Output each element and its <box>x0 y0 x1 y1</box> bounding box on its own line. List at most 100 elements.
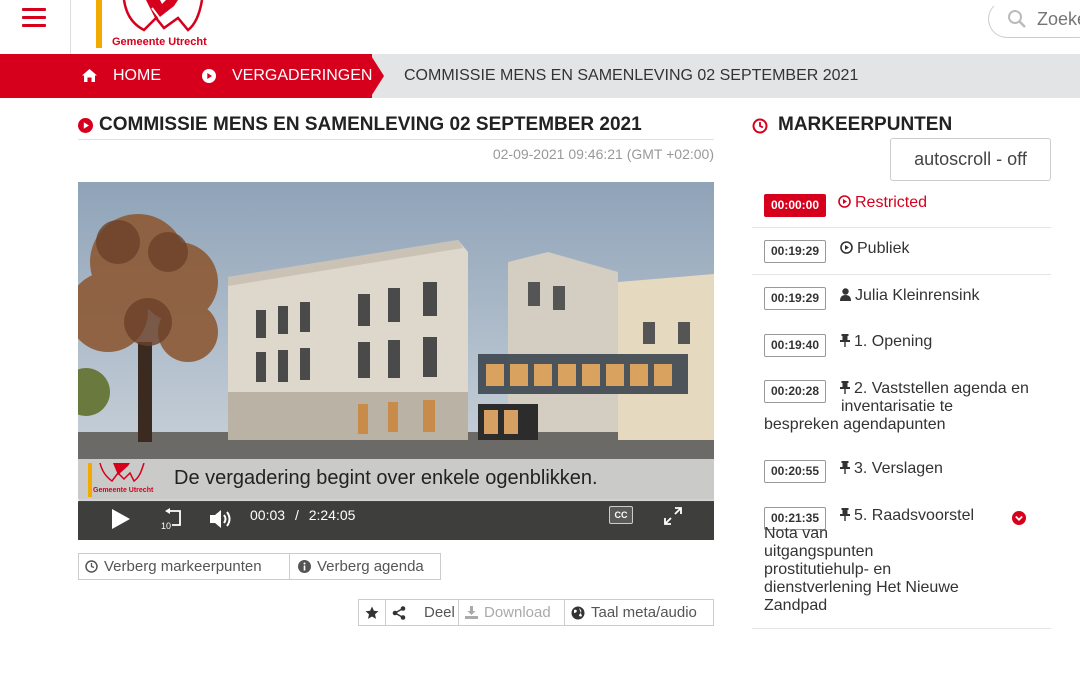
hide-agenda-button[interactable]: Verberg agenda <box>289 553 441 580</box>
utrecht-crest-logo[interactable] <box>116 0 206 36</box>
breadcrumb: HOME VERGADERINGEN COMMISSIE MENS EN SAM… <box>0 54 1080 98</box>
marker-item[interactable]: 00:21:35 5. Raadsvoorstel Nota van uitga… <box>752 500 1051 629</box>
play-circle-icon <box>840 241 853 254</box>
marker-label-line: Zandpad <box>764 597 828 614</box>
marker-item[interactable]: 00:19:40 1. Opening <box>752 322 1051 369</box>
marker-label-line: 5. Raadsvoorstel <box>854 507 975 524</box>
top-header: Gemeente Utrecht <box>0 0 1080 54</box>
breadcrumb-home-label: HOME <box>113 67 161 84</box>
marker-time: 00:20:55 <box>764 460 826 483</box>
marker-label: 5. Raadsvoorstel <box>840 507 974 525</box>
info-icon <box>298 560 311 573</box>
chevron-down-icon[interactable] <box>1012 511 1026 525</box>
marker-time: 00:19:29 <box>764 240 826 263</box>
language-button[interactable]: Taal meta/audio <box>564 599 714 626</box>
breadcrumb-home[interactable]: HOME <box>82 54 161 98</box>
cc-label: CC <box>614 510 628 520</box>
video-player[interactable]: Gemeente Utrecht De vergadering begint o… <box>78 182 714 540</box>
time-separator: / <box>294 507 299 523</box>
marker-item[interactable]: 00:19:29 Julia Kleinrensink <box>752 275 1051 322</box>
utrecht-crest-small <box>99 463 145 483</box>
rewind-10-icon: 10 <box>161 508 181 530</box>
marker-time: 00:00:00 <box>764 194 826 217</box>
subtitle-logo: Gemeente Utrecht <box>88 463 153 497</box>
marker-label-line: bespreken agendapunten <box>764 416 946 433</box>
header-divider <box>70 0 71 54</box>
marker-label-line: dienstverlening Het Nieuwe <box>764 579 959 596</box>
play-circle-icon <box>202 68 216 83</box>
marker-label-text: 1. Opening <box>854 333 933 350</box>
marker-label-line: Nota van <box>764 525 829 542</box>
marker-label-line: prostitutiehulp- en <box>764 561 892 578</box>
marker-label: Julia Kleinrensink <box>840 287 980 305</box>
clock-icon <box>752 118 768 134</box>
marker-label-line: uitgangspunten <box>764 543 874 560</box>
play-button[interactable] <box>108 505 132 533</box>
globe-icon <box>571 606 585 619</box>
home-icon <box>82 69 97 83</box>
hide-agenda-label: Verberg agenda <box>317 558 424 575</box>
page-title-row: COMMISSIE MENS EN SAMENLEVING 02 SEPTEMB… <box>78 114 714 140</box>
breadcrumb-current: COMMISSIE MENS EN SAMENLEVING 02 SEPTEMB… <box>404 67 859 84</box>
pin-icon <box>840 381 850 394</box>
cc-icon: CC <box>609 506 633 524</box>
share-icon <box>392 605 406 620</box>
marker-label: 3. Verslagen <box>840 460 943 478</box>
search-input[interactable] <box>1037 1 1080 37</box>
video-time-display: 00:03 / 2:24:05 <box>250 501 355 529</box>
marker-label-line: 2. Vaststellen agenda en <box>854 380 1029 397</box>
duration: 2:24:05 <box>308 507 356 523</box>
play-circle-icon <box>78 118 93 133</box>
fullscreen-button[interactable] <box>662 505 684 527</box>
marker-time: 00:19:40 <box>764 334 826 357</box>
markers-title: MARKEERPUNTEN <box>778 114 953 135</box>
volume-icon <box>210 510 231 528</box>
video-controls: 10 00:03 / 2:24:05 CC <box>78 501 714 540</box>
page-title: COMMISSIE MENS EN SAMENLEVING 02 SEPTEMB… <box>99 114 642 135</box>
star-icon <box>365 606 379 619</box>
hamburger-menu-icon[interactable] <box>22 8 46 30</box>
pin-icon <box>840 508 850 521</box>
search-icon <box>1008 10 1026 28</box>
marker-time: 00:19:29 <box>764 287 826 310</box>
marker-item[interactable]: 00:19:29 Publiek <box>752 228 1051 275</box>
subtitle-logo-text: Gemeente Utrecht <box>93 487 154 494</box>
marker-label: Restricted <box>838 194 927 212</box>
logo-text: Gemeente Utrecht <box>112 36 207 48</box>
marker-label-text: Julia Kleinrensink <box>855 287 980 304</box>
marker-item[interactable]: 00:00:00 Restricted <box>752 188 1051 228</box>
hide-markers-button[interactable]: Verberg markeerpunten <box>78 553 290 580</box>
subtitle-overlay: Gemeente Utrecht De vergadering begint o… <box>78 459 714 501</box>
play-icon <box>112 509 130 529</box>
cc-button[interactable]: CC <box>608 505 634 525</box>
marker-label-text: 3. Verslagen <box>854 460 943 477</box>
video-subtitle-text: De vergadering begint over enkele ogenbl… <box>174 467 598 489</box>
marker-label-text: Restricted <box>855 194 928 211</box>
pin-icon <box>840 461 850 474</box>
skip-back-button[interactable]: 10 <box>158 505 186 533</box>
favorite-button[interactable] <box>358 599 386 626</box>
autoscroll-toggle[interactable]: autoscroll - off <box>890 138 1051 181</box>
marker-item[interactable]: 00:20:55 3. Verslagen <box>752 453 1051 500</box>
language-label: Taal meta/audio <box>591 604 697 621</box>
download-icon <box>465 606 478 619</box>
marker-label: 2. Vaststellen agenda en <box>840 380 1029 398</box>
breadcrumb-meetings[interactable]: VERGADERINGEN <box>202 54 372 98</box>
download-label: Download <box>484 604 551 621</box>
breadcrumb-meetings-label: VERGADERINGEN <box>232 67 373 84</box>
download-button[interactable]: Download <box>458 599 565 626</box>
marker-item[interactable]: 00:20:28 2. Vaststellen agenda en invent… <box>752 369 1051 453</box>
share-button[interactable]: Deel <box>385 599 459 626</box>
marker-label: 1. Opening <box>840 333 932 351</box>
search-box[interactable] <box>988 0 1080 38</box>
skip-back-label: 10 <box>161 521 171 530</box>
marker-label-text: Publiek <box>857 240 910 257</box>
volume-button[interactable] <box>210 505 236 533</box>
current-time: 00:03 <box>250 507 286 523</box>
clock-icon <box>85 560 98 573</box>
marker-label-line: inventarisatie te <box>841 398 954 415</box>
share-label: Deel <box>424 604 455 621</box>
hide-markers-label: Verberg markeerpunten <box>104 558 262 575</box>
fullscreen-icon <box>664 507 682 525</box>
marker-label: Publiek <box>840 240 909 258</box>
